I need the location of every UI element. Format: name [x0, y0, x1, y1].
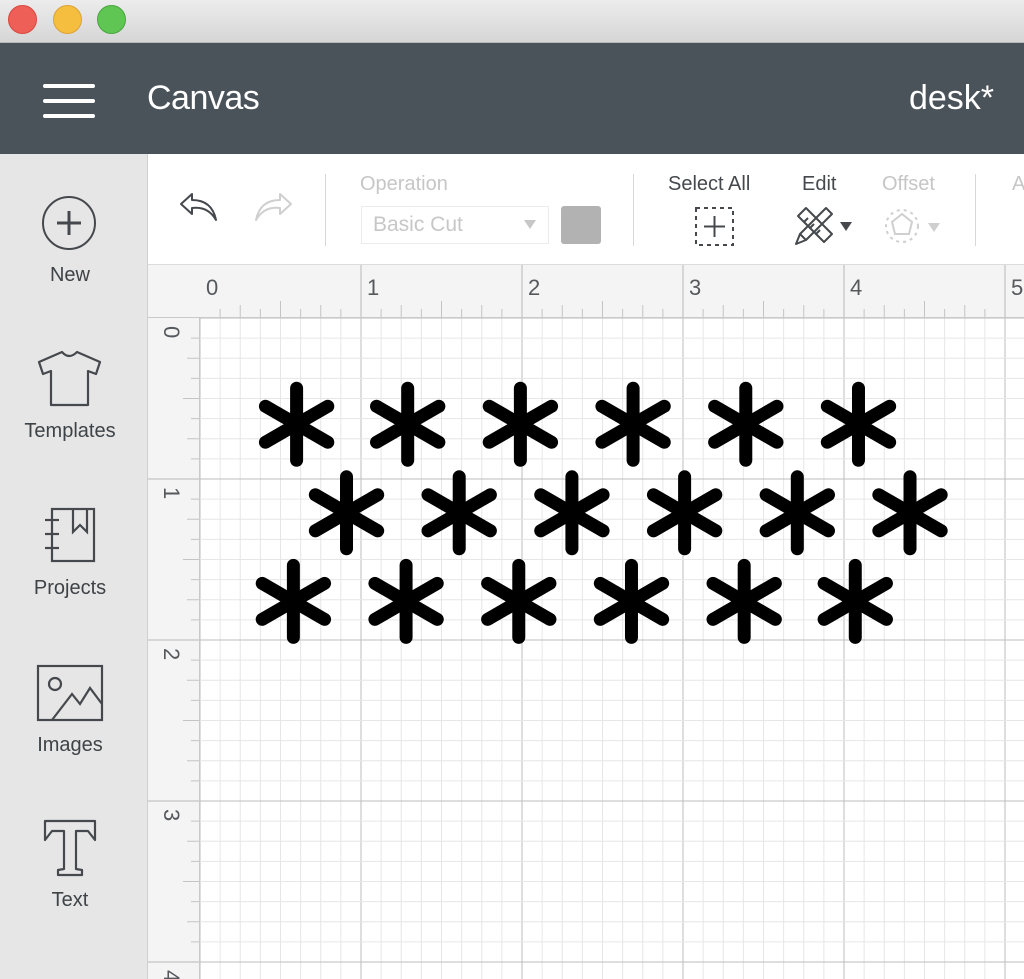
ruler-label-x: 0 — [206, 275, 218, 300]
app-title: Canvas — [147, 79, 260, 117]
window-minimize-button[interactable] — [53, 5, 82, 34]
edit-label: Edit — [802, 173, 837, 195]
ruler-label-x: 5 — [1011, 275, 1023, 300]
pencil-ruler-icon[interactable] — [792, 204, 856, 248]
asterisk-shape[interactable] — [872, 470, 948, 556]
asterisk-shape[interactable] — [481, 558, 557, 644]
offset-label: Offset — [882, 173, 935, 195]
operation-color-swatch[interactable] — [561, 206, 601, 244]
ruler-label-y: 3 — [159, 809, 184, 821]
sidebar-item-text[interactable]: Text — [0, 819, 147, 969]
asterisk-shape[interactable] — [706, 558, 782, 644]
window-titlebar — [0, 0, 1024, 43]
asterisk-shape[interactable] — [817, 558, 893, 644]
edit-toolbar: Operation Basic Cut Select All Edit Offs… — [148, 154, 1024, 265]
sidebar-item-label: Templates — [24, 420, 116, 442]
ruler-label-x: 2 — [528, 275, 540, 300]
asterisk-shape[interactable] — [421, 470, 497, 556]
horizontal-ruler: 0 1 2 3 4 5 — [148, 265, 1024, 318]
asterisk-shape[interactable] — [708, 381, 784, 467]
vertical-ruler: 0 1 2 3 4 — [148, 318, 200, 979]
chevron-down-icon — [524, 220, 536, 229]
asterisk-shape[interactable] — [370, 381, 446, 467]
app-header: Canvas desk* — [0, 43, 1024, 154]
sidebar-item-new[interactable]: New — [0, 194, 147, 344]
ruler-label-x: 4 — [850, 275, 862, 300]
select-all-label: Select All — [668, 173, 751, 195]
operation-label: Operation — [360, 173, 448, 195]
sidebar-item-label: Projects — [33, 577, 107, 599]
hamburger-menu-icon[interactable] — [43, 84, 95, 118]
offset-pentagon-icon — [885, 209, 940, 243]
ruler-label-y: 1 — [159, 487, 184, 499]
notebook-bookmark-icon — [45, 507, 96, 563]
asterisk-shape[interactable] — [308, 470, 385, 556]
tshirt-icon — [37, 350, 102, 407]
ruler-label-x: 3 — [689, 275, 701, 300]
plus-circle-icon — [42, 196, 96, 250]
ruler-label-x: 1 — [367, 275, 379, 300]
next-tool-label-partial: A — [1012, 173, 1024, 195]
sidebar-item-label: Text — [51, 889, 89, 911]
undo-icon[interactable] — [178, 190, 224, 226]
asterisk-shape[interactable] — [368, 558, 444, 644]
toolbar-divider — [633, 174, 634, 246]
ruler-label-y: 4 — [159, 970, 184, 979]
operation-value: Basic Cut — [373, 213, 463, 236]
sidebar-item-templates[interactable]: Templates — [0, 350, 147, 500]
asterisk-shape[interactable] — [593, 558, 670, 644]
image-icon — [36, 664, 104, 722]
document-name[interactable]: desk* — [909, 79, 994, 118]
left-sidebar: New Templates Projects Images Text — [0, 154, 148, 979]
asterisk-shape[interactable] — [759, 470, 835, 556]
toolbar-divider — [975, 174, 976, 246]
asterisk-shape[interactable] — [255, 558, 332, 644]
select-all-icon[interactable] — [694, 206, 736, 248]
ruler-label-y: 0 — [159, 326, 184, 338]
window-close-button[interactable] — [8, 5, 37, 34]
text-t-icon — [43, 819, 97, 877]
ruler-label-y: 2 — [159, 648, 184, 660]
asterisk-shape[interactable] — [534, 470, 610, 556]
design-canvas[interactable] — [200, 318, 1024, 979]
sidebar-item-images[interactable]: Images — [0, 664, 147, 814]
asterisk-shape[interactable] — [258, 381, 335, 467]
operation-select[interactable]: Basic Cut — [361, 206, 549, 244]
asterisk-shape[interactable] — [595, 381, 671, 467]
sidebar-item-label: New — [49, 264, 90, 286]
sidebar-item-projects[interactable]: Projects — [0, 507, 147, 657]
sidebar-item-label: Images — [37, 734, 103, 756]
asterisk-shape[interactable] — [820, 381, 897, 467]
redo-icon[interactable] — [248, 190, 294, 226]
window-zoom-button[interactable] — [97, 5, 126, 34]
toolbar-divider — [325, 174, 326, 246]
